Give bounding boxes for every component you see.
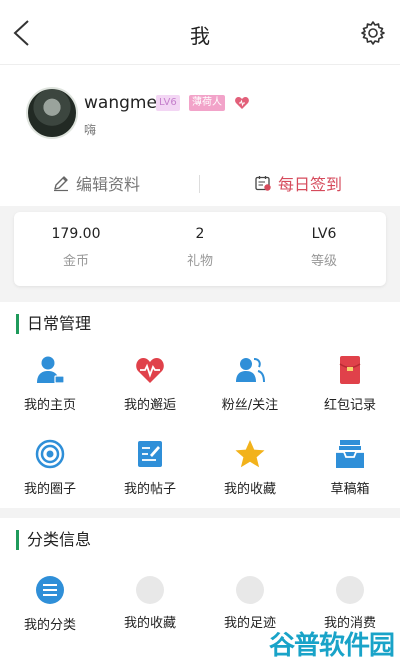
grid-item-label: 我的邂逅 [123, 398, 176, 413]
grid-item-label: 我的帖子 [123, 482, 176, 497]
grid-item-my-spending[interactable]: 我的消费 [300, 576, 400, 631]
grid-item-label: 我的收藏 [123, 616, 176, 631]
placeholder-icon [336, 576, 364, 604]
stat-coins[interactable]: 179.00 金币 [26, 226, 126, 269]
target-icon [35, 439, 65, 469]
grid-item-my-footprints[interactable]: 我的足迹 [200, 576, 300, 631]
grid-item-my-favorites[interactable]: 我的收藏 [200, 438, 300, 497]
grid-item-red-envelope-records[interactable]: 红包记录 [300, 354, 400, 413]
divider [199, 175, 200, 193]
users-icon [236, 358, 265, 383]
watermark-logo: 谷普软件园 [268, 631, 395, 661]
stat-level[interactable]: LV6 等级 [274, 226, 374, 269]
grid-item-label: 红包记录 [323, 398, 376, 413]
gear-icon[interactable] [360, 20, 386, 46]
heart-icon [235, 97, 249, 109]
grid-item-my-posts[interactable]: 我的帖子 [100, 438, 200, 497]
calendar-icon [255, 176, 271, 191]
grid-item-my-encounters[interactable]: 我的邂逅 [100, 354, 200, 413]
grid-item-my-collection[interactable]: 我的收藏 [100, 576, 200, 631]
profile-actions: 编辑资料 每日签到 [0, 165, 400, 201]
profile-card: wangmei LV6 薄荷人 嗨 编辑资料 每日签到 [0, 64, 400, 206]
grid-item-label: 我的主页 [23, 398, 76, 413]
section-title: 分类信息 [16, 530, 91, 550]
avatar[interactable] [26, 87, 78, 139]
daily-checkin-label: 每日签到 [278, 175, 343, 194]
section-title: 日常管理 [16, 314, 91, 334]
daily-management-section: 日常管理 我的主页 我的邂逅 粉丝/关注 红包记录 我的圈子 我的帖子 我的收藏… [0, 302, 400, 508]
daily-checkin-button[interactable]: 每日签到 [254, 171, 342, 195]
grid-item-my-homepage[interactable]: 我的主页 [0, 354, 100, 413]
page-title: 我 [190, 24, 210, 48]
placeholder-icon [236, 576, 264, 604]
placeholder-icon [136, 576, 164, 604]
edit-profile-label: 编辑资料 [76, 175, 141, 194]
inbox-icon [336, 440, 364, 468]
grid-item-my-circles[interactable]: 我的圈子 [0, 438, 100, 497]
stat-value: 2 [195, 226, 205, 242]
grid-item-my-categories[interactable]: 我的分类 [0, 574, 100, 633]
stat-value: LV6 [311, 226, 337, 242]
edit-profile-button[interactable]: 编辑资料 [52, 171, 140, 195]
star-icon [235, 440, 265, 468]
list-icon [36, 576, 64, 604]
grid-item-fans-follows[interactable]: 粉丝/关注 [200, 354, 300, 413]
user-signature: 嗨 [84, 123, 97, 137]
stats-card: 179.00 金币 2 礼物 LV6 等级 [14, 212, 386, 286]
edit-note-icon [138, 441, 162, 467]
red-envelope-icon [339, 356, 361, 384]
grid-item-label: 我的分类 [23, 618, 76, 633]
person-card-icon [37, 356, 65, 384]
stat-gifts[interactable]: 2 礼物 [150, 226, 250, 269]
title-badge: 薄荷人 [189, 95, 225, 111]
stat-value: 179.00 [51, 226, 101, 242]
level-badge: LV6 [156, 95, 180, 111]
stat-label: 等级 [310, 254, 337, 269]
stat-label: 金币 [62, 254, 89, 269]
heartbeat-icon [136, 358, 164, 383]
grid-item-label: 我的圈子 [23, 482, 76, 497]
pencil-icon [54, 176, 68, 192]
username: wangmei [84, 93, 162, 113]
grid-item-drafts[interactable]: 草稿箱 [300, 438, 400, 497]
grid-item-label: 草稿箱 [330, 482, 370, 497]
stat-label: 礼物 [186, 254, 213, 269]
grid-item-label: 粉丝/关注 [221, 398, 279, 413]
top-bar: 我 [0, 0, 400, 64]
grid-item-label: 我的收藏 [223, 482, 276, 497]
